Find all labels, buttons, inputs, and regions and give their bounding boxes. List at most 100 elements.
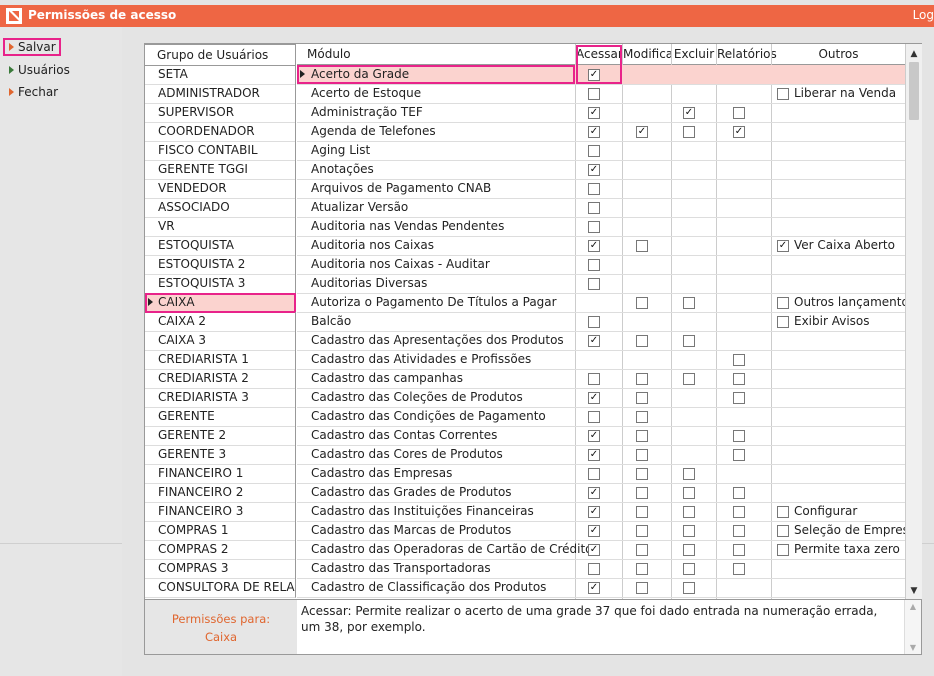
access-checkbox[interactable] <box>588 221 600 233</box>
delete-checkbox[interactable] <box>683 335 695 347</box>
col-delete[interactable]: Excluir <box>672 44 717 64</box>
reports-checkbox[interactable] <box>733 544 745 556</box>
module-row[interactable]: Cadastro das Coleções de Produtos ✓ <box>297 388 905 408</box>
group-row[interactable]: ASSOCIADO <box>145 198 296 218</box>
module-row[interactable]: Cadastro das Operadoras de Cartão de Cré… <box>297 540 905 560</box>
module-row[interactable]: Cadastro das Marcas de Produtos ✓ Seleção … <box>297 521 922 541</box>
modify-checkbox[interactable] <box>636 240 648 252</box>
description-box[interactable]: Acessar: Permite realizar o acerto de um… <box>297 599 921 654</box>
other-checkbox[interactable] <box>777 505 789 518</box>
group-row[interactable]: CONSULTORA DE RELACIONAMENTO <box>145 578 296 598</box>
other-checkbox[interactable]: ✓ <box>777 239 789 252</box>
reports-checkbox[interactable] <box>733 563 745 575</box>
modify-checkbox[interactable] <box>636 430 648 442</box>
reports-checkbox[interactable] <box>733 487 745 499</box>
module-row[interactable]: Aging List <box>297 141 905 161</box>
group-row[interactable]: FINANCEIRO 2 <box>145 483 296 503</box>
module-row[interactable]: Auditoria nos Caixas ✓ ✓ Ver Caixa Aberto <box>297 236 905 256</box>
group-row[interactable]: CREDIARISTA 3 <box>145 388 296 408</box>
other-checkbox[interactable] <box>777 524 789 537</box>
delete-checkbox[interactable] <box>683 297 695 309</box>
module-row[interactable]: Administração TEF ✓ ✓ <box>297 103 905 123</box>
other-permission[interactable]: Liberar na Venda <box>777 86 896 100</box>
module-row[interactable]: Auditorias Diversas <box>297 274 905 294</box>
module-row[interactable]: Cadastro das Empresas <box>297 464 905 484</box>
group-row[interactable]: ESTOQUISTA 2 <box>145 255 296 275</box>
access-checkbox[interactable]: ✓ <box>588 449 600 461</box>
description-scrollbar[interactable]: ▲ ▼ <box>904 600 921 654</box>
module-row[interactable]: Cadastro das Apresentações dos Produtos ✓ <box>297 331 905 351</box>
modify-checkbox[interactable]: ✓ <box>636 126 648 138</box>
group-row[interactable]: VR <box>145 217 296 237</box>
access-checkbox[interactable]: ✓ <box>588 582 600 594</box>
close-button[interactable]: Fechar <box>3 83 61 101</box>
module-row[interactable]: Acerto da Grade ✓ <box>297 45 905 85</box>
group-row[interactable]: GERENTE 2 <box>145 426 296 446</box>
access-checkbox[interactable] <box>588 278 600 290</box>
modify-checkbox[interactable] <box>636 468 648 480</box>
group-row[interactable]: GERENTE <box>145 407 296 427</box>
access-checkbox[interactable] <box>588 373 600 385</box>
save-button[interactable]: Salvar <box>3 38 61 56</box>
access-checkbox[interactable]: ✓ <box>588 487 600 499</box>
module-row[interactable]: Cadastro das Transportadoras <box>297 559 905 579</box>
reports-checkbox[interactable] <box>733 506 745 518</box>
group-row[interactable]: COORDENADOR <box>145 122 296 142</box>
reports-checkbox[interactable] <box>733 525 745 537</box>
other-permission[interactable]: ✓ Ver Caixa Aberto <box>777 238 895 252</box>
col-reports[interactable]: Relatórios <box>717 44 777 64</box>
modify-checkbox[interactable] <box>636 506 648 518</box>
modify-checkbox[interactable] <box>636 335 648 347</box>
scroll-thumb[interactable] <box>909 62 919 120</box>
module-row[interactable]: Acerto de Estoque Liberar na Venda <box>297 84 905 104</box>
module-row[interactable]: Balcão Exibir Avisos <box>297 312 905 332</box>
group-row[interactable]: CREDIARISTA 2 <box>145 369 296 389</box>
access-checkbox[interactable]: ✓ <box>588 544 600 556</box>
group-row[interactable]: CAIXA <box>145 293 296 313</box>
modify-checkbox[interactable] <box>636 563 648 575</box>
modify-checkbox[interactable] <box>636 392 648 404</box>
group-row[interactable]: GERENTE 3 <box>145 445 296 465</box>
module-row[interactable]: Arquivos de Pagamento CNAB <box>297 179 905 199</box>
group-row[interactable]: VENDEDOR <box>145 179 296 199</box>
access-checkbox[interactable]: ✓ <box>588 335 600 347</box>
other-checkbox[interactable] <box>777 296 789 309</box>
group-row[interactable]: FISCO CONTABIL <box>145 141 296 161</box>
other-permission[interactable]: Exibir Avisos <box>777 314 870 328</box>
delete-checkbox[interactable] <box>683 563 695 575</box>
group-row[interactable]: FINANCEIRO 1 <box>145 464 296 484</box>
other-permission[interactable]: Seleção de Empresas <box>777 523 922 537</box>
delete-checkbox[interactable] <box>683 544 695 556</box>
logout-link[interactable]: Log <box>913 8 934 22</box>
delete-checkbox[interactable] <box>683 582 695 594</box>
group-row[interactable]: CAIXA 2 <box>145 312 296 332</box>
module-row[interactable]: Cadastro de Classificação dos Produtos ✓ <box>297 578 905 598</box>
access-checkbox[interactable] <box>588 316 600 328</box>
modify-checkbox[interactable] <box>636 411 648 423</box>
group-row[interactable]: SUPERVISOR <box>145 103 296 123</box>
delete-checkbox[interactable]: ✓ <box>683 107 695 119</box>
delete-checkbox[interactable] <box>683 373 695 385</box>
group-row[interactable]: FINANCEIRO 3 <box>145 502 296 522</box>
scroll-up-icon[interactable]: ▲ <box>906 46 922 62</box>
col-modify[interactable]: Modifica <box>623 44 673 64</box>
delete-checkbox[interactable] <box>683 506 695 518</box>
users-button[interactable]: Usuários <box>3 61 70 79</box>
other-checkbox[interactable] <box>777 543 789 556</box>
scroll-up-icon[interactable]: ▲ <box>905 602 921 611</box>
other-checkbox[interactable] <box>777 315 789 328</box>
group-row[interactable]: SETA <box>145 65 296 85</box>
module-row[interactable]: Agenda de Telefones ✓ ✓ ✓ <box>297 122 905 142</box>
reports-checkbox[interactable] <box>733 430 745 442</box>
scroll-down-icon[interactable]: ▼ <box>905 643 921 652</box>
reports-checkbox[interactable] <box>733 354 745 366</box>
grid-scrollbar[interactable]: ▲ ▼ <box>905 44 922 599</box>
access-checkbox[interactable] <box>588 468 600 480</box>
module-row[interactable]: Cadastro das Grades de Produtos ✓ <box>297 483 905 503</box>
delete-checkbox[interactable] <box>683 468 695 480</box>
access-checkbox[interactable] <box>588 411 600 423</box>
access-checkbox[interactable] <box>588 563 600 575</box>
module-row[interactable]: Anotações ✓ <box>297 160 905 180</box>
module-row[interactable]: Cadastro das Cores de Produtos ✓ <box>297 445 905 465</box>
reports-checkbox[interactable] <box>733 373 745 385</box>
